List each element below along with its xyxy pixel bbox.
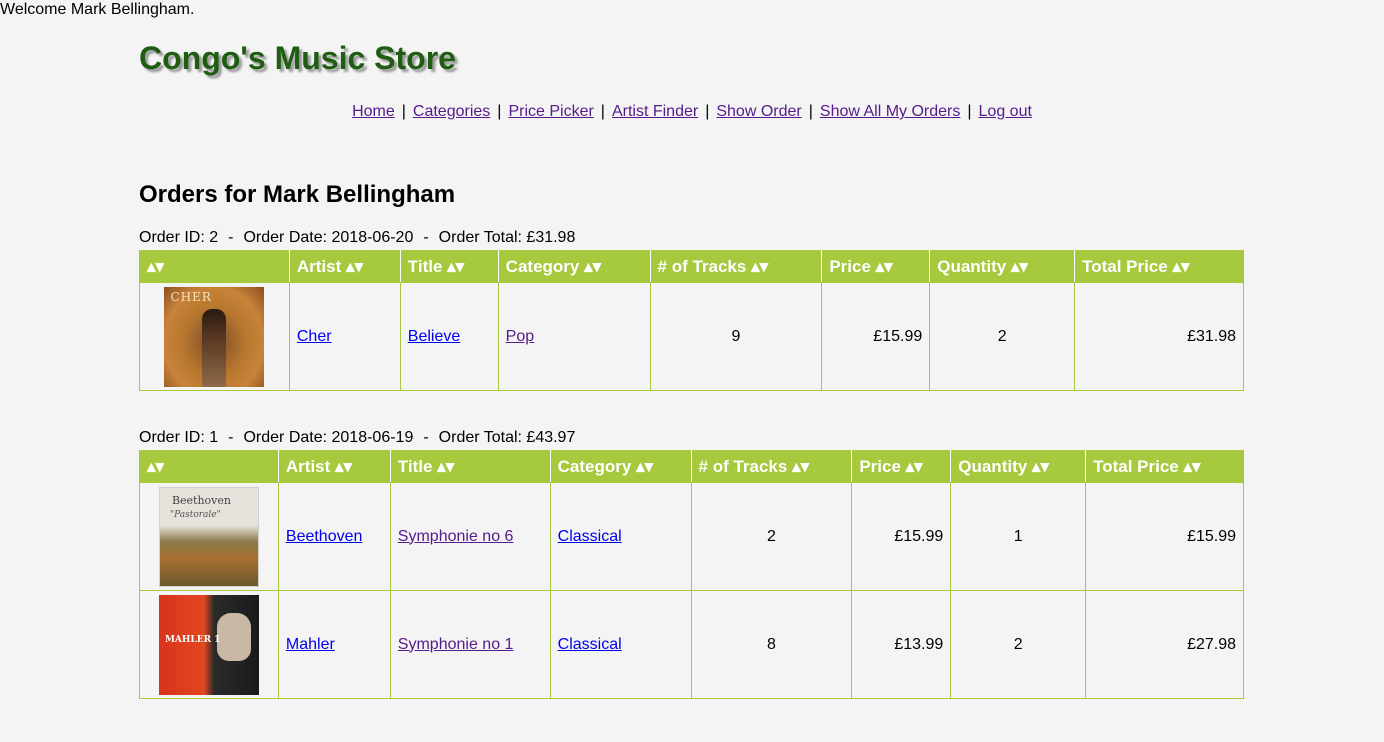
nav-show-order-link[interactable]: Show Order	[716, 103, 801, 120]
order-id: Order ID: 2	[139, 229, 219, 246]
cover-cell: MAHLER 1	[139, 590, 279, 699]
sort-price-header[interactable]: Price ▴▾	[821, 250, 931, 283]
order-date: Order Date: 2018-06-19	[243, 429, 414, 446]
nav-logout-link[interactable]: Log out	[979, 103, 1032, 120]
quantity-cell: 2	[950, 590, 1087, 699]
order-block: Order ID: 1- Order Date: 2018-06-19- Order…	[139, 429, 1244, 699]
order-table: ▴▾ Artist ▴▾ Title ▴▾ Category ▴▾ # of T…	[139, 450, 1244, 699]
sort-category-header[interactable]: Category ▴▾	[549, 450, 692, 483]
orders-heading: Orders for Mark Bellingham	[139, 181, 456, 208]
artist-link[interactable]: Mahler	[286, 636, 335, 653]
price-cell: £15.99	[851, 482, 952, 591]
quantity-cell: 1	[950, 482, 1087, 591]
nav-separator: |	[808, 103, 813, 120]
sort-title-header[interactable]: Title ▴▾	[389, 450, 551, 483]
sort-quantity-header[interactable]: Quantity ▴▾	[950, 450, 1087, 483]
beethoven-album-cover-icon: Beethoven "Pastorale"	[158, 486, 259, 587]
nav-price-picker-link[interactable]: Price Picker	[508, 103, 593, 120]
cover-text: MAHLER 1	[164, 634, 221, 645]
artist-link[interactable]: Cher	[297, 328, 332, 345]
sort-tracks-header[interactable]: # of Tracks ▴▾	[690, 450, 853, 483]
price-cell: £15.99	[821, 282, 931, 391]
artist-cell: Beethoven	[277, 482, 391, 591]
table-header-row: ▴▾ Artist ▴▾ Title ▴▾ Category ▴▾ # of T…	[139, 250, 1244, 283]
sort-price-header[interactable]: Price ▴▾	[851, 450, 952, 483]
cover-cell: Beethoven "Pastorale"	[139, 482, 279, 591]
order-date: Order Date: 2018-06-20	[243, 229, 414, 246]
mahler-album-cover-icon: MAHLER 1	[158, 594, 259, 695]
sort-artist-header[interactable]: Artist ▴▾	[288, 250, 401, 283]
category-cell: Pop	[497, 282, 651, 391]
table-row: Beethoven "Pastorale" Beethoven Symphoni…	[139, 482, 1244, 591]
cover-cell: CHER	[139, 282, 290, 391]
summary-separator: -	[423, 429, 429, 446]
nav-separator: |	[705, 103, 710, 120]
nav-separator: |	[497, 103, 502, 120]
category-link[interactable]: Pop	[506, 328, 534, 345]
nav-show-all-orders-link[interactable]: Show All My Orders	[820, 103, 960, 120]
artist-cell: Mahler	[277, 590, 391, 699]
cover-text: Beethoven	[171, 493, 231, 507]
nav-separator: |	[401, 103, 406, 120]
nav-separator: |	[967, 103, 972, 120]
order-block: Order ID: 2- Order Date: 2018-06-20- Order…	[139, 229, 1244, 391]
title-cell: Believe	[399, 282, 499, 391]
tracks-cell: 9	[649, 282, 823, 391]
summary-separator: -	[228, 229, 234, 246]
title-link[interactable]: Symphonie no 6	[398, 528, 514, 545]
sort-title-header[interactable]: Title ▴▾	[399, 250, 499, 283]
cher-album-cover-icon: CHER	[164, 286, 265, 387]
category-link[interactable]: Classical	[558, 636, 622, 653]
sort-cover-header[interactable]: ▴▾	[139, 450, 279, 483]
quantity-cell: 2	[929, 282, 1076, 391]
nav-artist-finder-link[interactable]: Artist Finder	[612, 103, 698, 120]
sort-category-header[interactable]: Category ▴▾	[497, 250, 651, 283]
welcome-message: Welcome Mark Bellingham.	[0, 1, 195, 18]
order-table: ▴▾ Artist ▴▾ Title ▴▾ Category ▴▾ # of T…	[139, 250, 1244, 391]
sort-tracks-header[interactable]: # of Tracks ▴▾	[649, 250, 823, 283]
order-total: Order Total: £31.98	[438, 229, 576, 246]
order-total: Order Total: £43.97	[438, 429, 576, 446]
order-summary: Order ID: 1- Order Date: 2018-06-19- Order…	[139, 429, 1244, 447]
order-id: Order ID: 1	[139, 429, 219, 446]
sort-total-header[interactable]: Total Price ▴▾	[1085, 450, 1244, 483]
table-header-row: ▴▾ Artist ▴▾ Title ▴▾ Category ▴▾ # of T…	[139, 450, 1244, 483]
total-price-cell: £31.98	[1074, 282, 1244, 391]
order-summary: Order ID: 2- Order Date: 2018-06-20- Order…	[139, 229, 1244, 247]
summary-separator: -	[228, 429, 234, 446]
artist-link[interactable]: Beethoven	[286, 528, 363, 545]
main-nav: Home | Categories | Price Picker | Artist Find…	[0, 103, 1384, 121]
sort-quantity-header[interactable]: Quantity ▴▾	[929, 250, 1076, 283]
title-link[interactable]: Believe	[408, 328, 460, 345]
table-row: MAHLER 1 Mahler Symphonie no 1 Classical…	[139, 590, 1244, 699]
summary-separator: -	[423, 229, 429, 246]
tracks-cell: 2	[690, 482, 853, 591]
title-link[interactable]: Symphonie no 1	[398, 636, 514, 653]
total-price-cell: £27.98	[1085, 590, 1244, 699]
total-price-cell: £15.99	[1085, 482, 1244, 591]
nav-home-link[interactable]: Home	[352, 103, 395, 120]
cover-text: CHER	[170, 289, 212, 304]
tracks-cell: 8	[690, 590, 853, 699]
category-cell: Classical	[549, 590, 692, 699]
category-link[interactable]: Classical	[558, 528, 622, 545]
cover-subtext: "Pastorale"	[169, 509, 221, 520]
table-row: CHER Cher Believe Pop 9 £15.99 2 £31.98	[139, 282, 1244, 391]
sort-artist-header[interactable]: Artist ▴▾	[277, 450, 391, 483]
sort-cover-header[interactable]: ▴▾	[139, 250, 290, 283]
title-cell: Symphonie no 6	[389, 482, 551, 591]
sort-total-header[interactable]: Total Price ▴▾	[1074, 250, 1244, 283]
category-cell: Classical	[549, 482, 692, 591]
store-title: Congo's Music Store	[139, 40, 456, 76]
nav-separator: |	[600, 103, 605, 120]
title-cell: Symphonie no 1	[389, 590, 551, 699]
nav-categories-link[interactable]: Categories	[413, 103, 490, 120]
price-cell: £13.99	[851, 590, 952, 699]
artist-cell: Cher	[288, 282, 401, 391]
